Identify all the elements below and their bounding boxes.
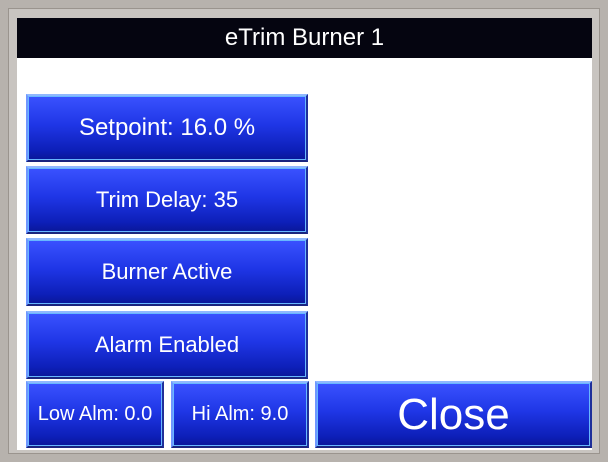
low-alarm-button[interactable]: Low Alm: 0.0 bbox=[26, 381, 164, 448]
title-bar: eTrim Burner 1 bbox=[17, 18, 592, 58]
window-title: eTrim Burner 1 bbox=[224, 24, 385, 51]
hi-alarm-label: Hi Alm: 9.0 bbox=[191, 403, 289, 425]
close-button[interactable]: Close bbox=[315, 381, 592, 448]
alarm-enabled-label: Alarm Enabled bbox=[94, 332, 240, 357]
hi-alarm-button[interactable]: Hi Alm: 9.0 bbox=[171, 381, 309, 448]
low-alarm-label: Low Alm: 0.0 bbox=[37, 403, 153, 425]
alarm-enabled-button[interactable]: Alarm Enabled bbox=[26, 311, 308, 379]
setpoint-label: Setpoint: 16.0 % bbox=[78, 114, 256, 141]
hmi-screen: eTrim Burner 1 Setpoint: 16.0 % Trim Del… bbox=[17, 18, 592, 450]
trim-delay-label: Trim Delay: 35 bbox=[95, 187, 239, 212]
trim-delay-button[interactable]: Trim Delay: 35 bbox=[26, 166, 308, 234]
burner-active-label: Burner Active bbox=[101, 259, 233, 284]
setpoint-button[interactable]: Setpoint: 16.0 % bbox=[26, 94, 308, 162]
close-label: Close bbox=[397, 389, 510, 439]
burner-active-button[interactable]: Burner Active bbox=[26, 238, 308, 306]
